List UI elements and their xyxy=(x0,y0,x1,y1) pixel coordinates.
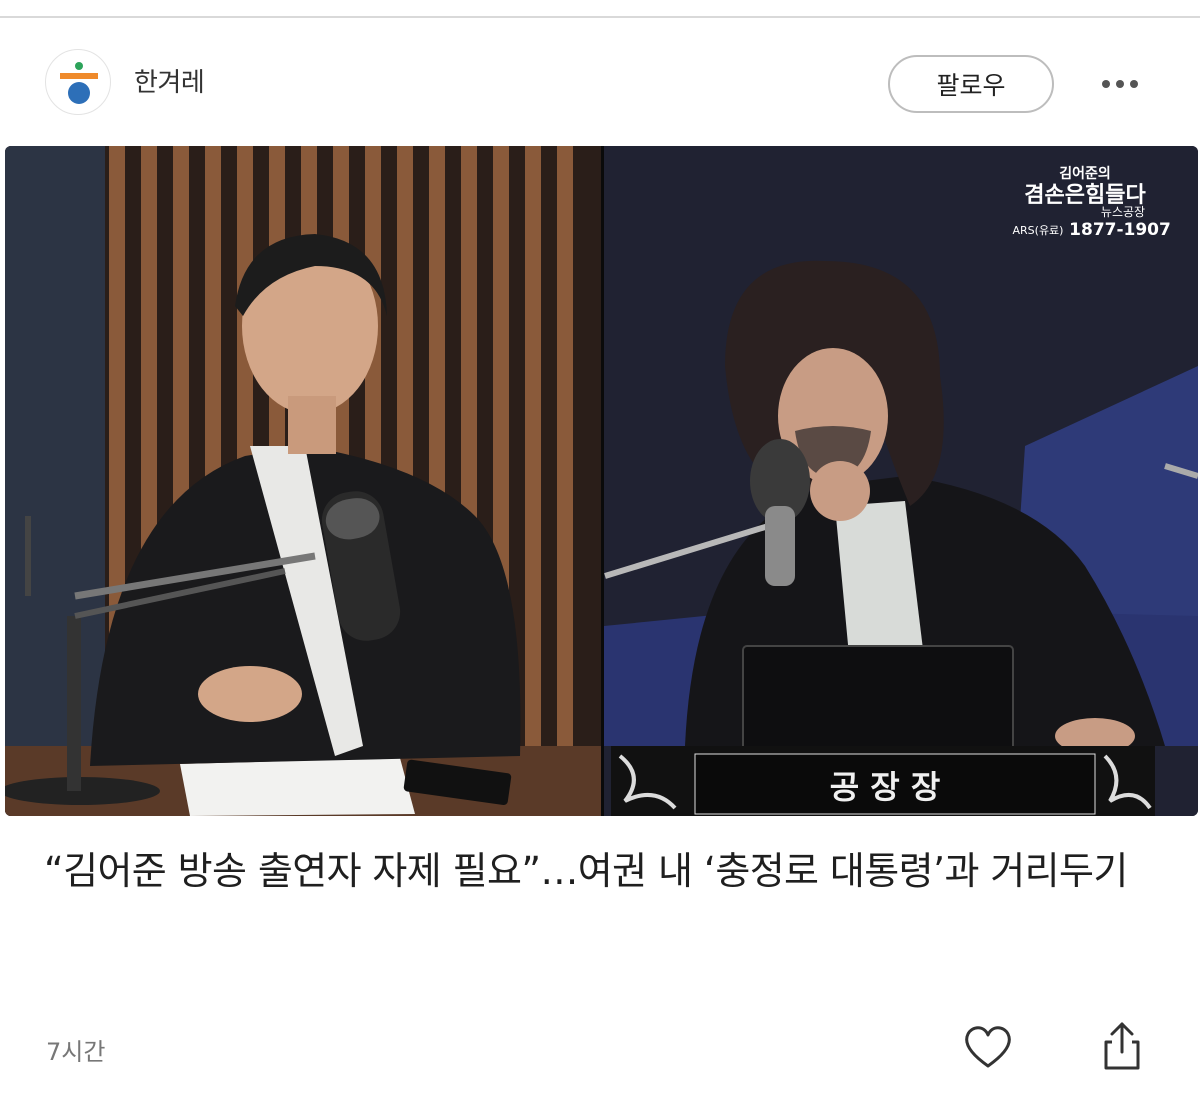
svg-text:뉴스공장: 뉴스공장 xyxy=(1101,205,1145,219)
publisher-name[interactable]: 한겨레 xyxy=(134,62,205,99)
svg-text:ARS(유료): ARS(유료) xyxy=(1013,224,1064,237)
logo-orange-bar xyxy=(60,73,98,79)
follow-button[interactable]: 팔로우 xyxy=(888,55,1054,113)
logo-green-dot xyxy=(75,62,83,70)
more-dot xyxy=(1102,80,1110,88)
post-header: 한겨레 팔로우 xyxy=(0,20,1200,144)
article-thumbnail[interactable]: 김어준의 겸손은힘들다 뉴스공장 ARS(유료) 1877-1907 공 장 장 xyxy=(5,146,1198,816)
publisher-logo[interactable] xyxy=(45,49,111,115)
article-headline[interactable]: “김어준 방송 출연자 자제 필요”…여권 내 ‘충정로 대통령’과 거리두기 xyxy=(44,842,1164,900)
nameplate: 공 장 장 xyxy=(611,746,1155,816)
more-dot xyxy=(1116,80,1124,88)
heart-icon[interactable] xyxy=(962,1022,1014,1070)
svg-text:공 장 장: 공 장 장 xyxy=(830,768,941,806)
post-timestamp: 7시간 xyxy=(46,1038,106,1066)
svg-text:김어준의: 김어준의 xyxy=(1059,165,1111,182)
paper-sheet xyxy=(180,758,415,816)
more-options-icon[interactable] xyxy=(1098,78,1142,90)
share-icon[interactable] xyxy=(1098,1020,1146,1072)
logo-blue-dot xyxy=(68,82,90,104)
more-dot xyxy=(1130,80,1138,88)
top-divider xyxy=(0,0,1200,18)
svg-text:1877-1907: 1877-1907 xyxy=(1069,220,1171,240)
